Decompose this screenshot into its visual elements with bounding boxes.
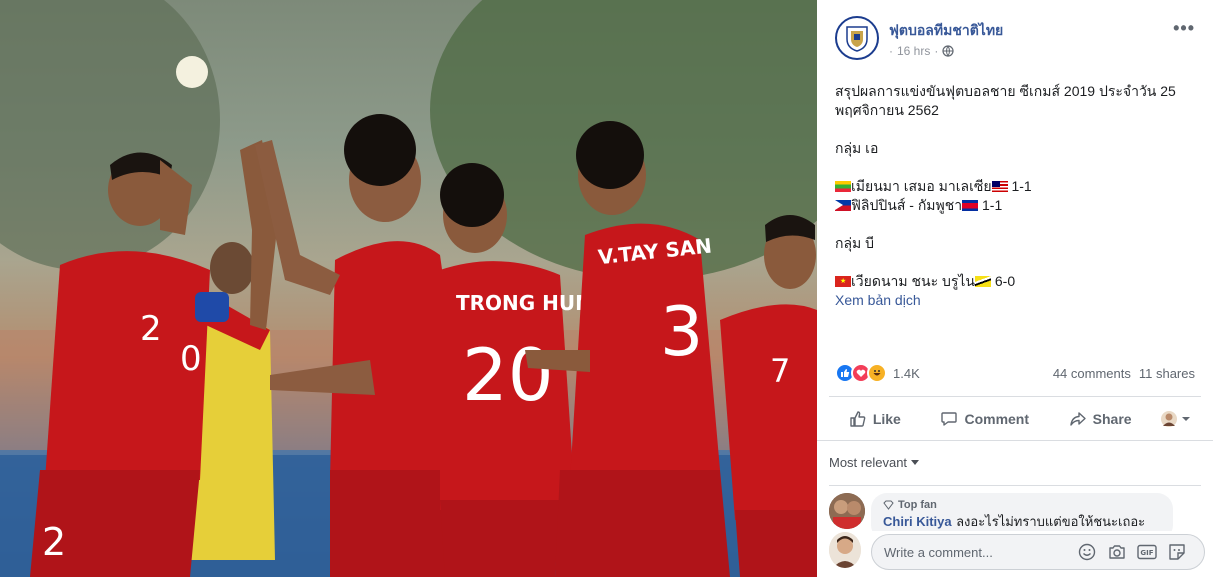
like-button[interactable]: Like: [839, 404, 911, 434]
top-fan-badge: Top fan: [883, 499, 1161, 511]
comment-composer: GIF: [829, 531, 1205, 571]
comment-author-link[interactable]: Chiri Kitiya: [883, 514, 952, 529]
jersey-number-20: 20: [462, 333, 554, 417]
post-summary-line: สรุปผลการแข่งขันฟุตบอลชาย ซีเกมส์ 2019 ป…: [835, 83, 1176, 118]
emoji-icon[interactable]: [1077, 543, 1097, 561]
post-timestamp[interactable]: 16 hrs: [897, 44, 930, 58]
jersey-number-2-front: 2: [140, 309, 162, 349]
group-a-heading: กลุ่ม เอ: [835, 140, 879, 156]
user-avatar-icon: [1161, 410, 1178, 427]
my-avatar: [829, 532, 861, 568]
jersey-number-3: 3: [660, 293, 703, 372]
comment-item: Top fan Chiri Kitiya ลงอะไรไม่ทราบแต่ขอใ…: [829, 493, 1201, 533]
match-line-3: ★ เวียดนาม ชนะ บรูไน 6-0: [835, 272, 1205, 291]
match-2-score: 1-1: [982, 197, 1003, 213]
share-button[interactable]: Share: [1059, 404, 1142, 434]
jersey-number-2-shorts: 2: [42, 520, 66, 564]
malaysia-flag-icon: [991, 181, 1008, 192]
match-1-score: 1-1: [1011, 178, 1032, 194]
share-label: Share: [1092, 410, 1132, 427]
football-photo-illustration: 2 2 0 TRONG HUNG 20 V.TAY SAN 3 7: [0, 0, 817, 577]
brunei-flag-icon: [975, 276, 991, 287]
like-label: Like: [872, 410, 901, 427]
comments-divider: [829, 485, 1201, 486]
post-action-bar: Like Comment Share: [829, 396, 1201, 440]
comment-sort-dropdown[interactable]: Most relevant: [829, 455, 920, 470]
cambodia-flag-icon: [962, 200, 979, 211]
match-line-1: เมียนมา เสมอ มาเลเซีย 1-1: [835, 177, 1205, 196]
philippines-flag-icon: [835, 200, 851, 211]
gif-icon-label: GIF: [1140, 549, 1153, 557]
comment-button[interactable]: Comment: [930, 404, 1039, 434]
meta-dot: ·: [934, 44, 939, 58]
comments-count-link[interactable]: 44 comments: [1053, 366, 1131, 381]
match-3-text: เวียดนาม ชนะ บรูไน: [851, 273, 975, 289]
comment-share-stats: 44 comments 11 shares: [1053, 366, 1195, 381]
match-line-2: ฟิลิปปินส์ - กัมพูชา 1-1: [835, 196, 1205, 215]
reactions-summary: 1.4K 44 comments 11 shares: [835, 362, 1195, 384]
vietnam-flag-icon: ★: [835, 276, 851, 287]
group-b-heading: กลุ่ม บี: [835, 235, 875, 251]
haha-reaction-icon[interactable]: [867, 363, 887, 383]
comment-bubble: Top fan Chiri Kitiya ลงอะไรไม่ทราบแต่ขอใ…: [871, 493, 1173, 533]
see-translation-link[interactable]: Xem bản dịch: [835, 291, 1205, 310]
post-meta: · 16 hrs ·: [889, 44, 954, 58]
gif-icon[interactable]: GIF: [1137, 543, 1157, 561]
commenter-photo: [829, 493, 865, 529]
page-name-link[interactable]: ฟุตบอลทีมชาติไทย: [889, 20, 1003, 42]
sort-label: Most relevant: [829, 455, 908, 470]
match-3-score: 6-0: [994, 273, 1016, 289]
post-header: ฟุตบอลทีมชาติไทย · 16 hrs · •••: [835, 16, 1201, 62]
composer-tools: GIF: [1077, 543, 1187, 561]
sticker-icon[interactable]: [1167, 543, 1187, 561]
post-side-panel: ฟุตบอลทีมชาติไทย · 16 hrs · ••• สรุปผลกา…: [817, 0, 1213, 577]
share-arrow-icon: [1069, 411, 1086, 426]
more-options-button[interactable]: •••: [1173, 18, 1195, 39]
commenter-avatar[interactable]: [829, 493, 865, 529]
shares-count-link[interactable]: 11 shares: [1139, 366, 1195, 381]
comments-section: Most relevant Top fan Chiri Kitiya ลงอะไ…: [817, 440, 1213, 577]
comment-bubble-icon: [941, 411, 958, 426]
caret-down-icon: [1182, 416, 1191, 421]
post-message: สรุปผลการแข่งขันฟุตบอลชาย ซีเกมส์ 2019 ป…: [835, 82, 1205, 310]
comment-text: ลงอะไรไม่ทราบแต่ขอให้ชนะเถอะ: [956, 514, 1146, 529]
caret-down-icon: [911, 460, 920, 465]
comment-label: Comment: [964, 410, 1030, 427]
globe-icon[interactable]: [942, 45, 954, 57]
meta-dot: ·: [889, 44, 893, 58]
jersey-number-7: 7: [770, 352, 790, 390]
top-fan-label: Top fan: [898, 499, 937, 511]
thumbs-up-icon: [850, 410, 866, 427]
myanmar-flag-icon: [835, 181, 851, 192]
reaction-count[interactable]: 1.4K: [893, 366, 920, 381]
page-avatar[interactable]: [835, 16, 879, 60]
reaction-identity-selector[interactable]: [1161, 410, 1191, 427]
camera-icon[interactable]: [1107, 543, 1127, 561]
diamond-icon: [883, 500, 894, 510]
my-profile-photo: [829, 532, 861, 568]
fat-crest-icon: [846, 26, 868, 52]
jersey-number-0: 0: [180, 339, 202, 379]
match-1-text: เมียนมา เสมอ มาเลเซีย: [851, 178, 992, 194]
match-2-text: ฟิลิปปินส์ - กัมพูชา: [851, 197, 963, 213]
post-photo[interactable]: 2 2 0 TRONG HUNG 20 V.TAY SAN 3 7: [0, 0, 817, 577]
